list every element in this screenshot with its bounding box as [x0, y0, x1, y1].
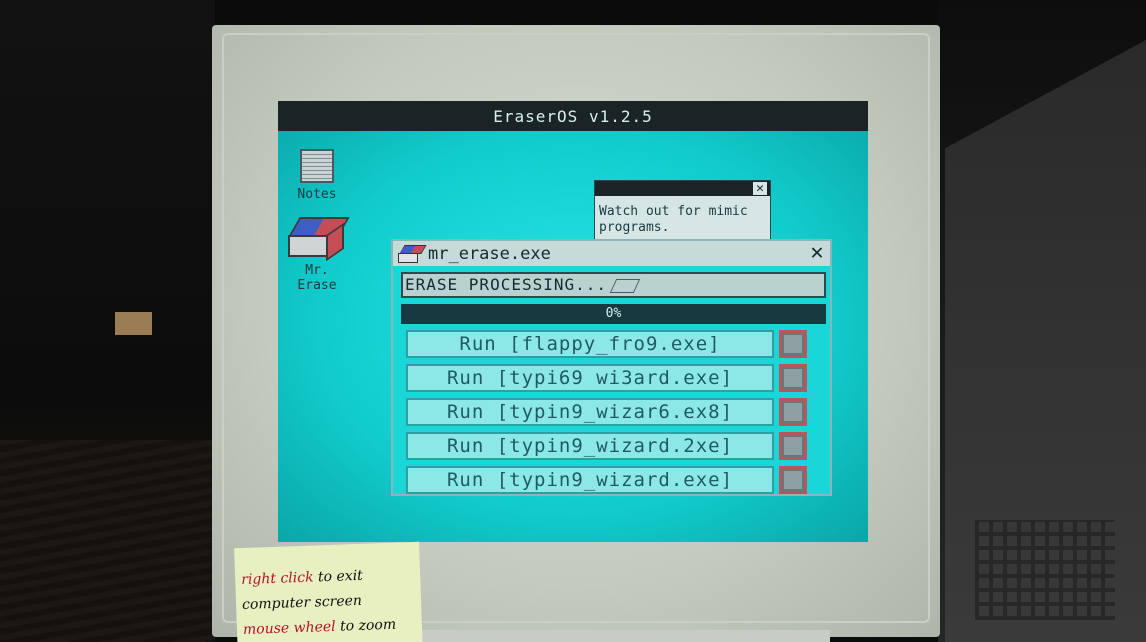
status-field: ERASE PROCESSING...	[401, 272, 826, 298]
window-close-button[interactable]: ✕	[806, 242, 828, 264]
os-title: EraserOS v1.2.5	[493, 106, 653, 126]
sticky-text: to zoom	[335, 616, 397, 635]
wall-paper-note	[115, 312, 152, 335]
run-button[interactable]: Run [typin9_wizard.2xe]	[406, 432, 774, 460]
window-title: mr_erase.exe	[428, 243, 551, 264]
case-vent	[975, 520, 1115, 620]
run-checkbox[interactable]	[779, 398, 807, 426]
run-row: Run [typi69 wi3ard.exe]	[406, 364, 808, 392]
desktop-icon-mr-erase[interactable]: Mr. Erase	[288, 215, 350, 293]
run-button[interactable]: Run [flappy_fro9.exe]	[406, 330, 774, 358]
hint-text: Watch out for mimic programs.	[599, 204, 748, 235]
hint-title-bar: ✕	[595, 181, 770, 196]
eraser-icon	[288, 215, 350, 262]
monitor-screen[interactable]: EraserOS v1.2.5 Notes Mr. Erase ✕ Watch …	[278, 101, 868, 542]
status-text: ERASE PROCESSING...	[405, 275, 608, 294]
run-row: Run [typin9_wizard.exe]	[406, 466, 808, 494]
hint-close-button[interactable]: ✕	[752, 181, 768, 196]
run-row: Run [typin9_wizar6.ex8]	[406, 398, 808, 426]
progress-label: 0%	[605, 306, 622, 321]
run-row: Run [flappy_fro9.exe]	[406, 330, 808, 358]
run-button[interactable]: Run [typin9_wizar6.ex8]	[406, 398, 774, 426]
run-checkbox[interactable]	[779, 466, 807, 494]
mr-erase-window: mr_erase.exe ✕ ERASE PROCESSING... 0% Ru…	[391, 239, 832, 496]
room-floor	[0, 440, 215, 642]
progress-bar: 0%	[401, 304, 826, 324]
cursor-icon	[609, 278, 641, 293]
run-checkbox[interactable]	[779, 432, 807, 460]
run-row: Run [typin9_wizard.2xe]	[406, 432, 808, 460]
window-title-bar[interactable]: mr_erase.exe ✕	[393, 241, 830, 266]
desktop-icon-label: Notes	[297, 187, 337, 202]
run-button[interactable]: Run [typi69 wi3ard.exe]	[406, 364, 774, 392]
sticky-red-text: mouse wheel	[242, 618, 336, 638]
sticky-text: to exit	[313, 567, 364, 586]
sticky-note: right click to exit computer screen mous…	[234, 541, 423, 642]
notes-icon	[300, 149, 334, 183]
os-title-bar: EraserOS v1.2.5	[278, 101, 868, 131]
sticky-red-text: right click	[240, 569, 314, 589]
eraser-icon	[396, 243, 427, 265]
run-checkbox[interactable]	[779, 364, 807, 392]
desktop-icon-label: Mr. Erase	[297, 263, 337, 293]
desktop-icon-notes[interactable]: Notes	[292, 149, 342, 202]
run-checkbox[interactable]	[779, 330, 807, 358]
run-button[interactable]: Run [typin9_wizard.exe]	[406, 466, 774, 494]
desk-edge	[420, 630, 830, 642]
